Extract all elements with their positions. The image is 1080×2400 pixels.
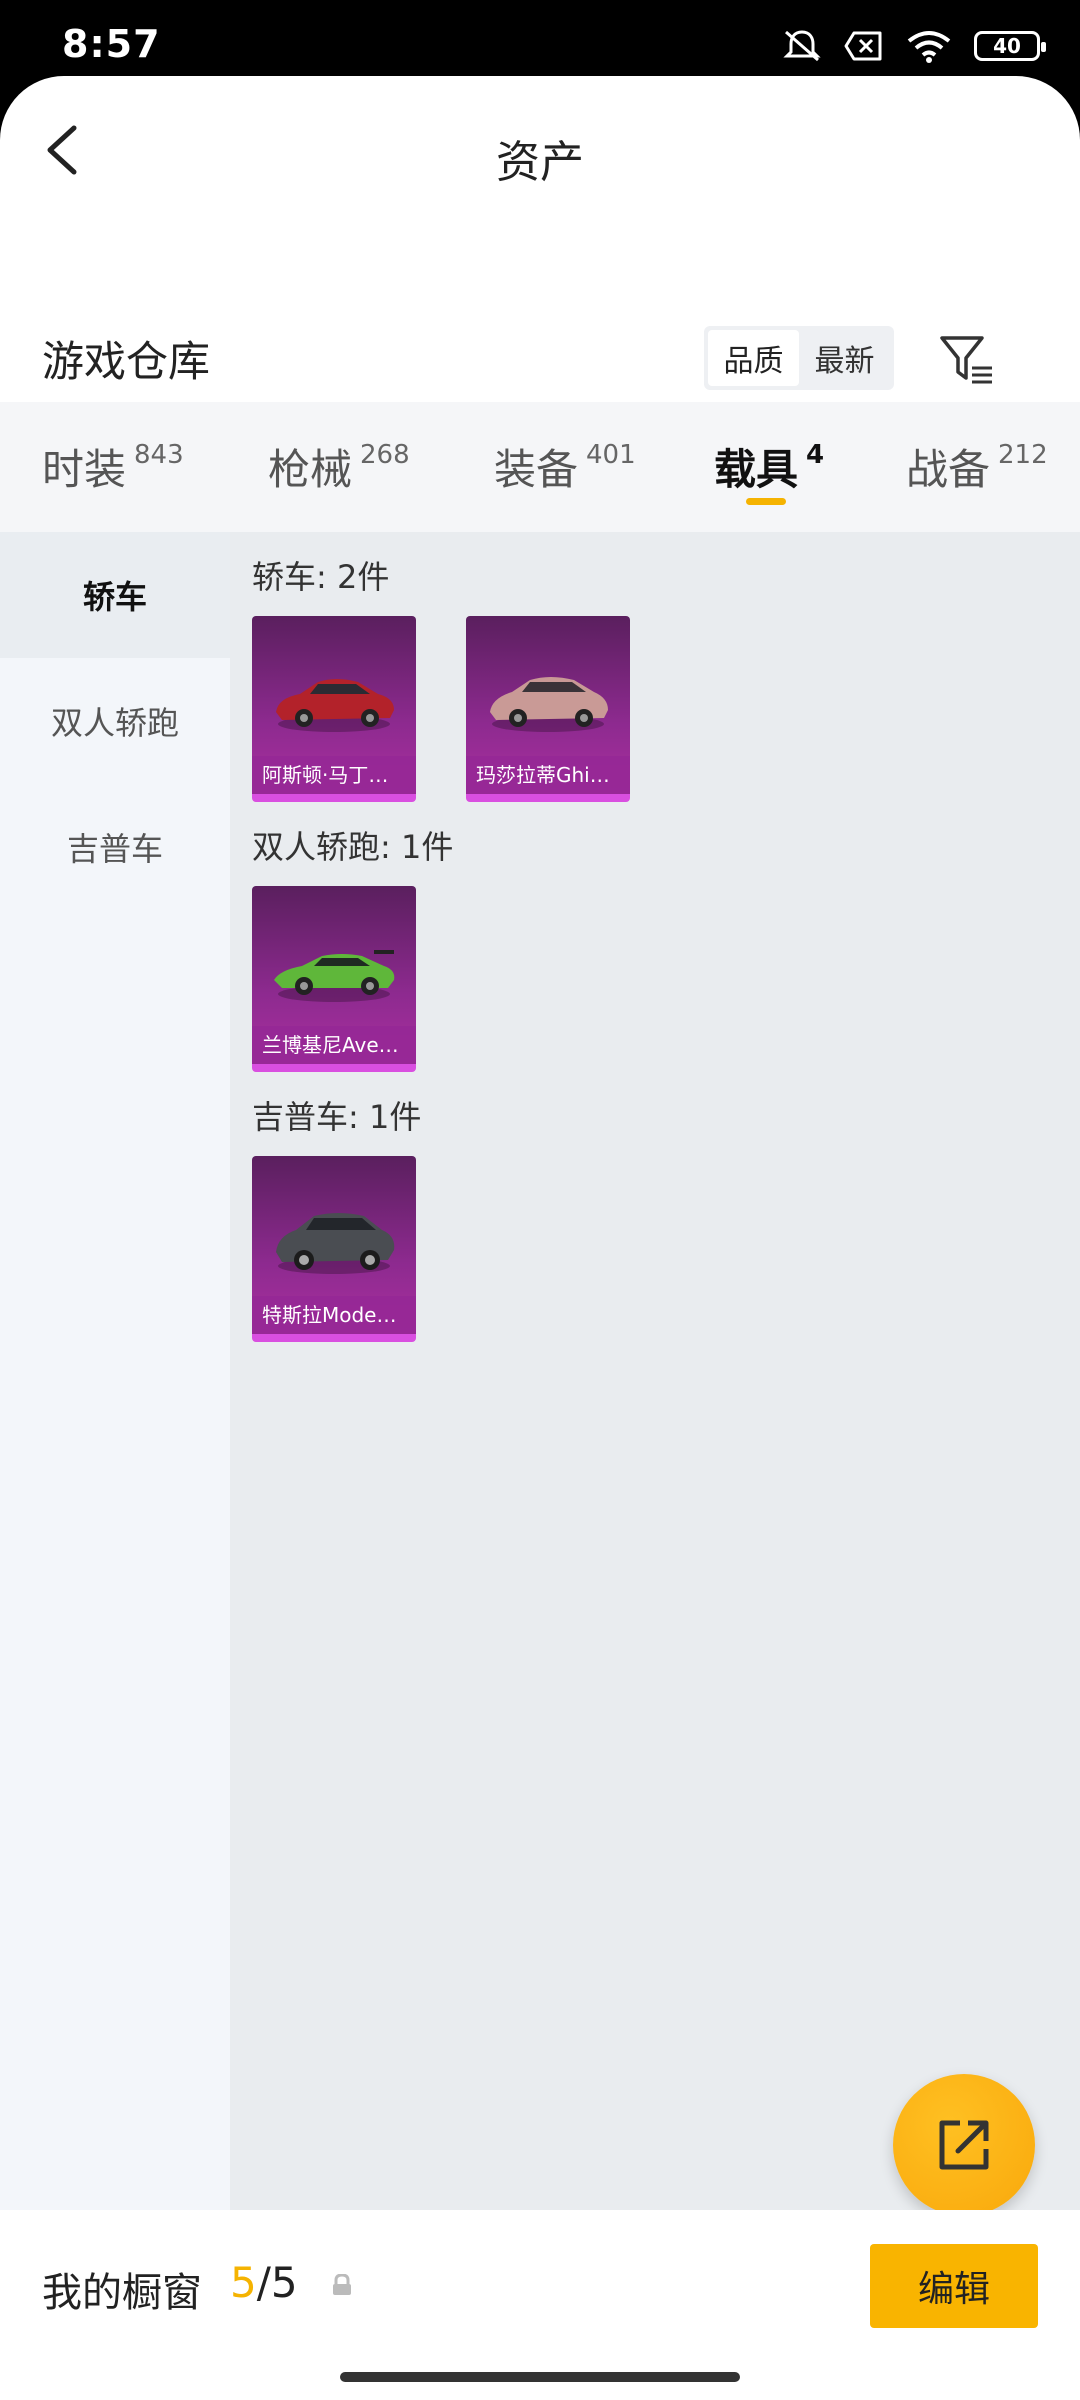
group-title-jeep: 吉普车: 1件 <box>252 1098 422 1136</box>
showcase-current: 5 <box>230 2258 257 2307</box>
x-icon <box>844 31 882 61</box>
wifi-icon <box>907 31 951 63</box>
vehicle-name: 特斯拉Mode… <box>252 1296 416 1334</box>
tab-label: 时装 <box>42 445 127 494</box>
vehicle-card[interactable]: 阿斯顿·马丁… <box>252 616 416 802</box>
sort-newest[interactable]: 最新 <box>799 330 890 386</box>
tab-vehicles[interactable]: 载具 4 <box>714 436 824 497</box>
car-image <box>276 679 394 732</box>
active-tab-indicator <box>746 498 786 505</box>
status-time: 8:57 <box>62 22 161 66</box>
showcase-count: 5/5 <box>230 2258 298 2307</box>
assets-sheet: 资产 游戏仓库 品质 最新 时装 843 枪械 268 装备 401 载具 4 … <box>0 76 1080 2400</box>
group-title-coupe: 双人轿跑: 1件 <box>252 828 454 866</box>
showcase-label: 我的橱窗 <box>42 2270 202 2316</box>
vehicle-card[interactable]: 特斯拉Mode… <box>252 1156 416 1342</box>
subnav-item-sedan[interactable]: 轿车 <box>0 532 230 658</box>
car-image <box>490 677 608 732</box>
warehouse-row: 游戏仓库 品质 最新 <box>0 296 1080 406</box>
sort-quality[interactable]: 品质 <box>708 330 799 386</box>
vehicle-list: 轿车: 2件 阿斯顿·马丁… 玛莎拉蒂Ghi… 双人轿跑: 1件 兰博基尼Ave… <box>230 532 1080 2282</box>
category-tabs: 时装 843 枪械 268 装备 401 载具 4 战备 212 <box>0 402 1080 532</box>
tab-firearms[interactable]: 枪械 268 <box>268 436 410 497</box>
subcategory-nav: 轿车 双人轿跑 吉普车 <box>0 532 230 2282</box>
edit-button[interactable]: 编辑 <box>870 2244 1038 2328</box>
tab-count: 843 <box>134 440 184 470</box>
share-external-icon <box>939 2120 989 2170</box>
group-title-sedan: 轿车: 2件 <box>252 558 390 596</box>
car-image <box>276 1213 395 1274</box>
tab-count: 212 <box>998 440 1048 470</box>
lock-icon <box>333 2274 351 2295</box>
tab-label: 装备 <box>494 445 579 494</box>
tab-count: 4 <box>806 440 825 470</box>
vehicle-name: 玛莎拉蒂Ghi… <box>466 756 630 794</box>
battery-icon: 40 <box>974 31 1046 61</box>
filter-icon[interactable] <box>938 332 996 388</box>
share-button[interactable] <box>893 2074 1035 2216</box>
vehicle-card[interactable]: 玛莎拉蒂Ghi… <box>466 616 630 802</box>
tab-supplies[interactable]: 战备 212 <box>906 436 1048 497</box>
tab-label: 枪械 <box>268 445 353 494</box>
tab-count: 268 <box>360 440 410 470</box>
sort-toggle: 品质 最新 <box>704 326 894 390</box>
home-indicator <box>340 2372 740 2382</box>
tab-label: 战备 <box>906 445 991 494</box>
header: 资产 <box>0 76 1080 226</box>
mute-icon <box>783 30 821 62</box>
vehicle-name: 兰博基尼Ave… <box>252 1026 416 1064</box>
status-icons: 40 <box>782 28 1046 64</box>
subnav-item-coupe[interactable]: 双人轿跑 <box>0 658 230 784</box>
showcase-total: /5 <box>256 2258 298 2307</box>
warehouse-title: 游戏仓库 <box>42 337 211 386</box>
tab-fashion[interactable]: 时装 843 <box>42 436 184 497</box>
page-title: 资产 <box>496 137 584 188</box>
tab-equipment[interactable]: 装备 401 <box>494 436 636 497</box>
vehicle-card[interactable]: 兰博基尼Ave… <box>252 886 416 1072</box>
tab-count: 401 <box>586 440 636 470</box>
subnav-item-jeep[interactable]: 吉普车 <box>0 784 230 910</box>
car-image <box>274 950 395 1002</box>
tab-label: 载具 <box>714 445 799 494</box>
bottom-bar: 我的橱窗 5/5 编辑 <box>0 2210 1080 2400</box>
vehicle-name: 阿斯顿·马丁… <box>252 756 416 794</box>
